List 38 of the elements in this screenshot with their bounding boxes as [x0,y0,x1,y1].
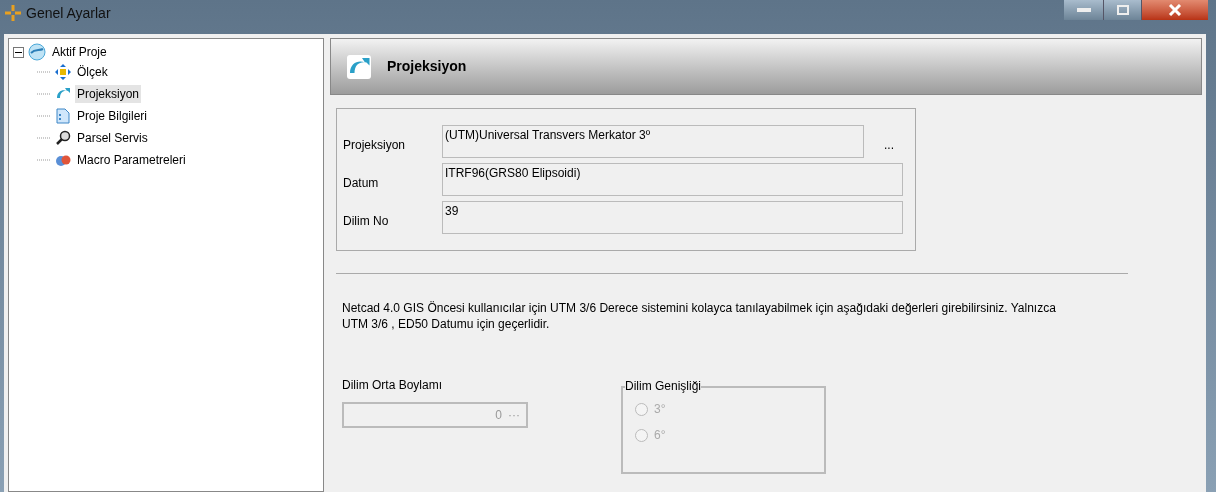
tree-item[interactable]: Parsel Servis [75,129,150,147]
document-icon [55,108,71,124]
radio-label: 3° [654,401,666,418]
field-label: Datum [343,174,380,192]
connector-line [37,115,51,117]
app-icon [4,4,22,22]
maximize-button[interactable] [1104,0,1142,20]
diamond-arrows-icon [55,64,71,80]
minimize-button[interactable] [1064,0,1104,20]
group-title: Dilim Genişliği [625,378,701,394]
field-label: Dilim No [343,212,390,230]
field-label: Dilim Orta Boylamı [342,377,443,394]
tree-item[interactable]: Projeksiyon [75,85,142,103]
field-label: Projeksiyon [343,136,407,154]
field-value: 0 [495,407,502,424]
tree-item[interactable]: Macro Parametreleri [75,151,188,169]
magnifier-icon [55,130,71,146]
close-button[interactable] [1142,0,1208,20]
maximize-icon [1116,5,1129,15]
input-field[interactable]: 39 [442,201,903,234]
browse-button[interactable]: ... [884,129,894,154]
minimize-icon [1076,8,1091,12]
connector-line [37,93,51,95]
tree-item[interactable]: Aktif Proje [50,43,109,61]
input-field[interactable]: (UTM)Universal Transvers Merkator 3º [442,125,864,158]
tree-item[interactable]: Proje Bilgileri [75,107,150,125]
collapse-toggle[interactable] [13,46,24,58]
input-field[interactable]: ITRF96(GRS80 Elipsoidi) [442,163,903,196]
panel-title: Projeksiyon [387,57,467,76]
globe-icon [28,43,46,61]
connector-line [37,137,51,139]
window-title: Genel Ayarlar [26,3,111,23]
tree-item[interactable]: Ölçek [75,63,110,81]
connector-line [37,71,51,73]
connector-line [37,159,51,161]
close-icon [1168,4,1182,16]
info-text: Netcad 4.0 GIS Öncesi kullanıcılar için UTM 3/6 Derece sistemini kolayca tanılayabilmek için aşağıdaki değerleri girebilirsiniz. Yalnızca UTM 3/6 , ED50 Datumu için geçerlidir. [342,300,1057,332]
radio-label: 6° [654,427,666,444]
